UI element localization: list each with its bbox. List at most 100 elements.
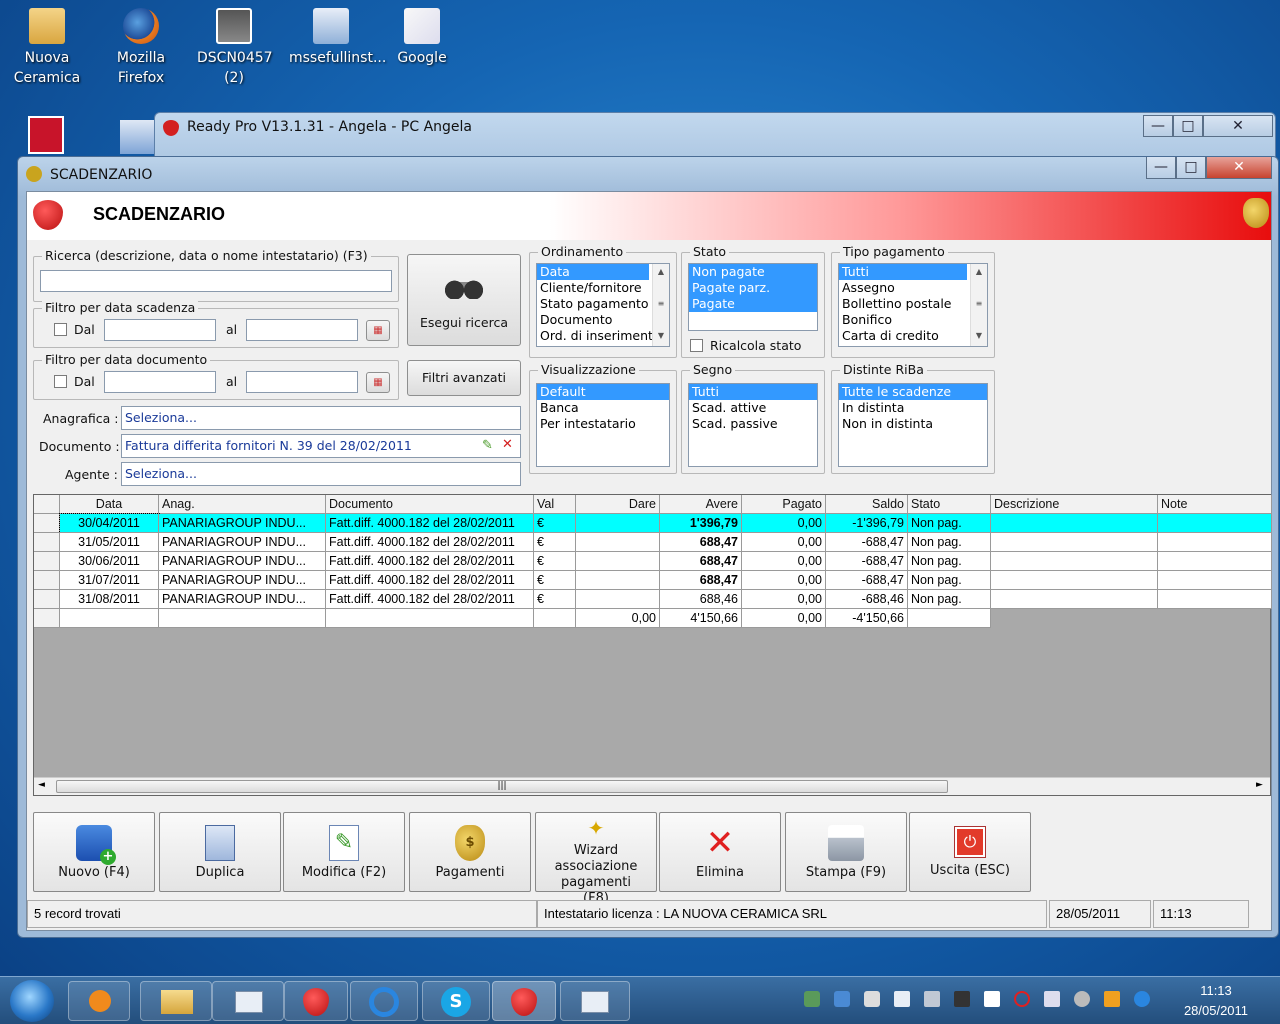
list-item[interactable]: Tutti	[689, 384, 817, 400]
delete-button[interactable]: ✕ Elimina	[659, 812, 781, 892]
print-button[interactable]: Stampa (F9)	[785, 812, 907, 892]
start-button[interactable]	[10, 980, 54, 1022]
segno-list[interactable]: Tutti Scad. attive Scad. passive	[688, 383, 818, 467]
taskbar-readypro-1[interactable]	[284, 981, 348, 1021]
cell-data[interactable]: 30/04/2011	[59, 513, 160, 534]
list-item[interactable]: Ord. di inserimento	[537, 328, 669, 344]
cell-saldo[interactable]: -688,46	[826, 590, 908, 609]
volume-icon[interactable]	[924, 991, 940, 1007]
exit-button[interactable]: ⏻ Uscita (ESC)	[909, 812, 1031, 892]
column-header-val[interactable]: Val	[534, 495, 576, 514]
cell-avere[interactable]: 1'396,79	[660, 514, 742, 533]
maximize-button[interactable]: □	[1173, 115, 1203, 137]
row-selector[interactable]	[34, 552, 60, 571]
cell-val[interactable]: €	[534, 552, 576, 571]
column-header-note[interactable]: Note	[1158, 495, 1272, 514]
tray-icon[interactable]	[1134, 991, 1150, 1007]
cell-saldo[interactable]: -688,47	[826, 533, 908, 552]
taskbar-outlook[interactable]	[212, 981, 284, 1021]
due-from-input[interactable]	[104, 319, 216, 341]
due-date-filter-checkbox[interactable]	[54, 323, 67, 336]
cell-documento[interactable]: Fatt.diff. 4000.182 del 28/02/2011	[326, 590, 534, 609]
desktop-icon-dscn0457[interactable]: DSCN0457 (2)	[197, 2, 273, 88]
column-header-dare[interactable]: Dare	[576, 495, 660, 514]
clock[interactable]: 11:13 28/05/2011	[1166, 981, 1266, 1021]
tray-icon[interactable]	[1074, 991, 1090, 1007]
cell-note[interactable]	[1158, 571, 1272, 590]
tray-icon[interactable]	[1014, 991, 1030, 1007]
edit-button[interactable]: ✎ Modifica (F2)	[283, 812, 405, 892]
cell-data[interactable]: 31/07/2011	[60, 571, 159, 590]
calendar-icon[interactable]: ▦	[366, 320, 390, 341]
row-selector[interactable]	[34, 514, 60, 533]
cell-note[interactable]	[1158, 590, 1272, 609]
column-header-stato[interactable]: Stato	[908, 495, 991, 514]
run-search-button[interactable]: Esegui ricerca	[407, 254, 521, 346]
horizontal-scrollbar[interactable]: ◄ ||| ►	[34, 777, 1270, 795]
cell-dare[interactable]	[576, 552, 660, 571]
list-item[interactable]: Default	[537, 384, 669, 400]
close-button[interactable]: ✕	[1203, 115, 1273, 137]
taskbar-internet-explorer[interactable]	[350, 981, 418, 1021]
ordinamento-list[interactable]: Data Cliente/fornitore Stato pagamento D…	[536, 263, 670, 347]
cell-dare[interactable]	[576, 514, 660, 533]
window-close-button[interactable]: ✕	[1206, 157, 1272, 179]
taskbar-mail-2[interactable]	[560, 981, 630, 1021]
cell-saldo[interactable]: -688,47	[826, 552, 908, 571]
table-row[interactable]: 30/06/2011 PANARIAGROUP INDU... Fatt.diff.…	[34, 552, 1274, 571]
list-item[interactable]: In distinta	[839, 400, 987, 416]
list-item[interactable]: Stato pagamento	[537, 296, 669, 312]
table-row[interactable]: 30/04/2011 PANARIAGROUP INDU... Fatt.diff.…	[34, 513, 1274, 534]
taskbar-media-player[interactable]	[68, 981, 130, 1021]
taskbar-readypro-2[interactable]	[492, 981, 556, 1021]
column-header-avere[interactable]: Avere	[660, 495, 742, 514]
scrollbar[interactable]: ▲ ≡ ▼	[970, 264, 987, 346]
desktop-icon-nuova-ceramica[interactable]: Nuova Ceramica	[10, 2, 84, 88]
scadenze-grid[interactable]: Data Anag. Documento Val Dare Avere Paga…	[33, 494, 1274, 796]
clear-icon[interactable]: ✕	[502, 437, 513, 452]
table-row[interactable]: 31/07/2011 PANARIAGROUP INDU... Fatt.diff.…	[34, 571, 1274, 590]
cell-avere[interactable]: 688,46	[660, 590, 742, 609]
table-row[interactable]: 31/08/2011 PANARIAGROUP INDU... Fatt.diff.…	[34, 590, 1274, 609]
list-item[interactable]: Pagate parz.	[689, 280, 817, 296]
cell-pagato[interactable]: 0,00	[742, 552, 826, 571]
cell-avere[interactable]: 688,47	[660, 552, 742, 571]
distinte-riba-list[interactable]: Tutte le scadenze In distinta Non in dis…	[838, 383, 988, 467]
cell-saldo[interactable]: -688,47	[826, 571, 908, 590]
recalc-checkbox[interactable]	[690, 339, 703, 352]
tray-icon[interactable]	[864, 991, 880, 1007]
cell-dare[interactable]	[576, 571, 660, 590]
desktop-icon-google[interactable]: Google	[385, 2, 459, 68]
scrollbar[interactable]: ▲ ≡ ▼	[652, 264, 669, 346]
row-selector[interactable]	[34, 590, 60, 609]
new-button[interactable]: + Nuovo (F4)	[33, 812, 155, 892]
advanced-filters-button[interactable]: Filtri avanzati	[407, 360, 521, 396]
list-item[interactable]: Bonifico	[839, 312, 987, 328]
taskbar-skype[interactable]: S	[422, 981, 490, 1021]
desktop-icon-mssefullinst[interactable]: mssefullinst...	[289, 2, 386, 68]
tray-icon[interactable]	[804, 991, 820, 1007]
column-header-pagato[interactable]: Pagato	[742, 495, 826, 514]
list-item[interactable]: Pagate	[689, 296, 817, 312]
cell-anag[interactable]: PANARIAGROUP INDU...	[159, 514, 326, 533]
cell-documento[interactable]: Fatt.diff. 4000.182 del 28/02/2011	[326, 514, 534, 533]
desktop-app-icon[interactable]	[28, 116, 64, 154]
list-item[interactable]: Bollettino postale	[839, 296, 987, 312]
payments-button[interactable]: $ Pagamenti	[409, 812, 531, 892]
row-selector[interactable]	[34, 533, 60, 552]
cell-pagato[interactable]: 0,00	[742, 590, 826, 609]
calendar-icon[interactable]: ▦	[366, 372, 390, 393]
list-item[interactable]: Scad. attive	[689, 400, 817, 416]
window-maximize-button[interactable]: □	[1176, 157, 1206, 179]
flag-icon[interactable]	[984, 991, 1000, 1007]
cell-dare[interactable]	[576, 590, 660, 609]
cell-stato[interactable]: Non pag.	[908, 533, 991, 552]
cell-note[interactable]	[1158, 552, 1272, 571]
cell-anag[interactable]: PANARIAGROUP INDU...	[159, 571, 326, 590]
cell-val[interactable]: €	[534, 571, 576, 590]
list-item[interactable]: Data	[537, 264, 649, 280]
cell-pagato[interactable]: 0,00	[742, 514, 826, 533]
anagrafica-field[interactable]: Seleziona...	[121, 406, 521, 430]
list-item[interactable]: Carta di credito	[839, 328, 987, 344]
search-input[interactable]	[40, 270, 392, 292]
